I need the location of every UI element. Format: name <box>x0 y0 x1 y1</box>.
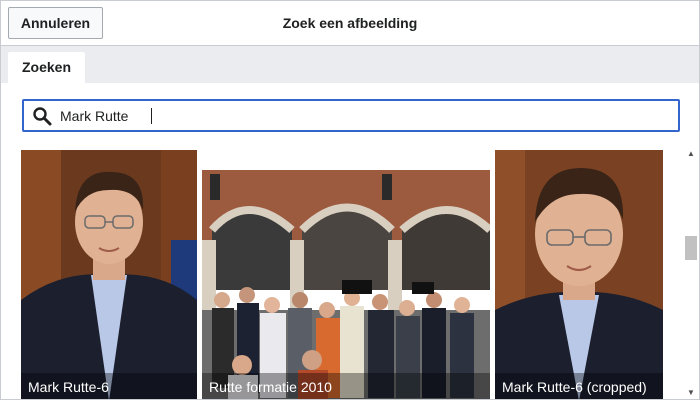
tab-bar: Zoeken <box>1 46 699 83</box>
results-scrollbar[interactable]: ▲ ▼ <box>683 146 699 399</box>
result-thumbnail <box>21 150 197 399</box>
scroll-up-arrow-icon[interactable]: ▲ <box>683 146 699 162</box>
search-input[interactable] <box>60 101 660 130</box>
dialog-header: Annuleren Zoek een afbeelding <box>1 1 699 46</box>
scroll-down-arrow-icon[interactable]: ▼ <box>683 385 699 399</box>
text-caret <box>151 108 152 124</box>
result-thumbnail <box>495 150 663 399</box>
result-item[interactable]: Mark Rutte-6 <box>21 150 197 399</box>
scroll-thumb[interactable] <box>685 236 697 260</box>
result-item[interactable]: Mark Rutte-6 (cropped) <box>495 150 663 399</box>
search-icon <box>33 107 52 126</box>
search-results: Mark Rutte-6 Rutte formatie 2010 Mark Ru… <box>1 146 683 399</box>
search-field[interactable] <box>22 99 680 132</box>
search-area <box>1 83 699 146</box>
dialog-title: Zoek een afbeelding <box>282 15 418 31</box>
result-caption: Mark Rutte-6 <box>21 373 197 399</box>
result-thumbnail <box>202 150 490 399</box>
result-caption: Rutte formatie 2010 <box>202 373 490 399</box>
search-image-dialog: Annuleren Zoek een afbeelding Zoeken Mar… <box>0 0 700 400</box>
result-item[interactable]: Rutte formatie 2010 <box>202 150 490 399</box>
result-caption: Mark Rutte-6 (cropped) <box>495 373 663 399</box>
tab-search[interactable]: Zoeken <box>8 52 85 83</box>
